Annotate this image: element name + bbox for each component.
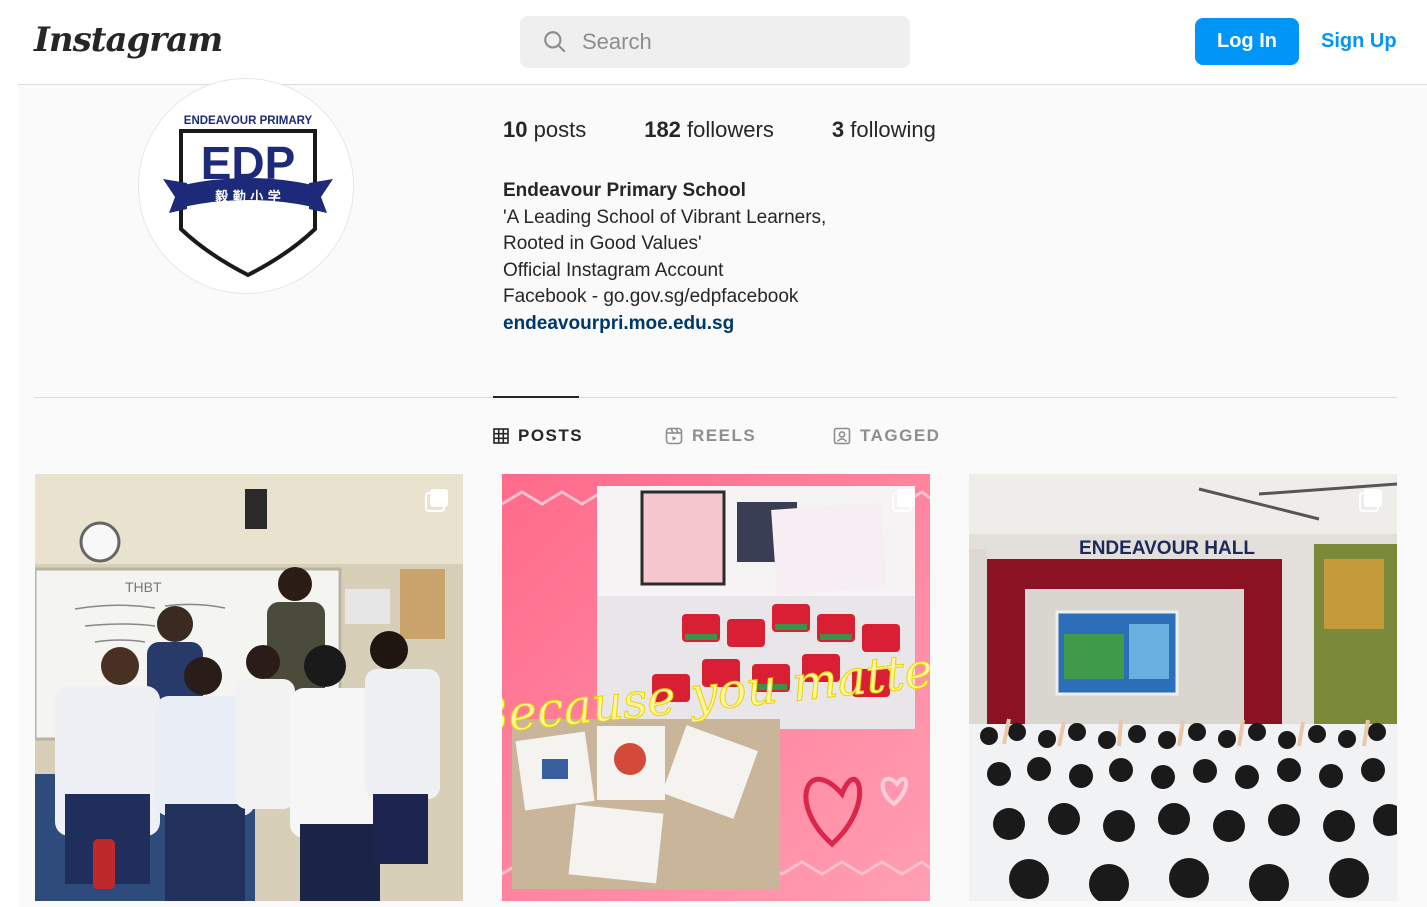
reels-icon (665, 427, 683, 445)
avatar-ribbon-text: 毅 勤 小 学 (214, 189, 281, 205)
post-thumbnail[interactable]: ENDEAVOUR HALL (969, 474, 1397, 901)
avatar-top-text: ENDEAVOUR PRIMARY (184, 115, 313, 127)
post-thumbnail[interactable]: THBT (35, 474, 463, 901)
grid-icon (493, 428, 509, 444)
instagram-logo[interactable]: Instagram (34, 20, 223, 60)
search-input[interactable] (582, 29, 882, 55)
post-thumbnail[interactable]: Because you matter (502, 474, 930, 901)
search-box[interactable] (520, 16, 910, 68)
login-button[interactable]: Log In (1195, 18, 1299, 65)
multi-image-icon (1359, 489, 1382, 512)
post-image-hall: ENDEAVOUR HALL (969, 474, 1397, 901)
hall-banner-text: ENDEAVOUR HALL (1079, 538, 1255, 559)
bio-line: Facebook - go.gov.sg/edpfacebook (503, 286, 799, 307)
following-count[interactable]: 3 following (832, 117, 936, 143)
left-strip (0, 0, 18, 907)
profile-tabs: POSTS REELS TAGGED (493, 426, 940, 446)
profile-name: Endeavour Primary School (503, 180, 746, 201)
tab-reels[interactable]: REELS (665, 426, 833, 446)
bio-line: 'A Leading School of Vibrant Learners, (503, 206, 827, 228)
search-icon (544, 31, 566, 53)
tab-posts[interactable]: POSTS (493, 426, 665, 446)
bio-line: Rooted in Good Values' (503, 233, 702, 254)
profile-bio: Endeavour Primary School 'A Leading Scho… (503, 178, 826, 337)
profile-stats: 10 posts 182 followers 3 following (503, 117, 994, 143)
signup-link[interactable]: Sign Up (1321, 30, 1397, 53)
posts-count: 10 posts (503, 117, 587, 142)
website-link[interactable]: endeavourpri.moe.edu.sg (503, 313, 734, 334)
profile-avatar[interactable]: ENDEAVOUR PRIMARY EDP 毅 勤 小 学 (138, 78, 354, 294)
post-image-valentines: Because you matter (502, 474, 930, 901)
svg-text:THBT: THBT (125, 579, 162, 595)
bio-line: Official Instagram Account (503, 259, 724, 281)
tab-tagged[interactable]: TAGGED (833, 426, 940, 446)
multi-image-icon (425, 489, 448, 512)
tagged-icon (833, 427, 851, 445)
multi-image-icon (892, 489, 915, 512)
tabs-divider (34, 397, 1397, 398)
post-image-classroom: THBT (35, 474, 463, 901)
followers-count[interactable]: 182 followers (644, 117, 774, 143)
active-tab-indicator (493, 396, 579, 398)
top-nav: Instagram Log In Sign Up (18, 6, 1427, 85)
